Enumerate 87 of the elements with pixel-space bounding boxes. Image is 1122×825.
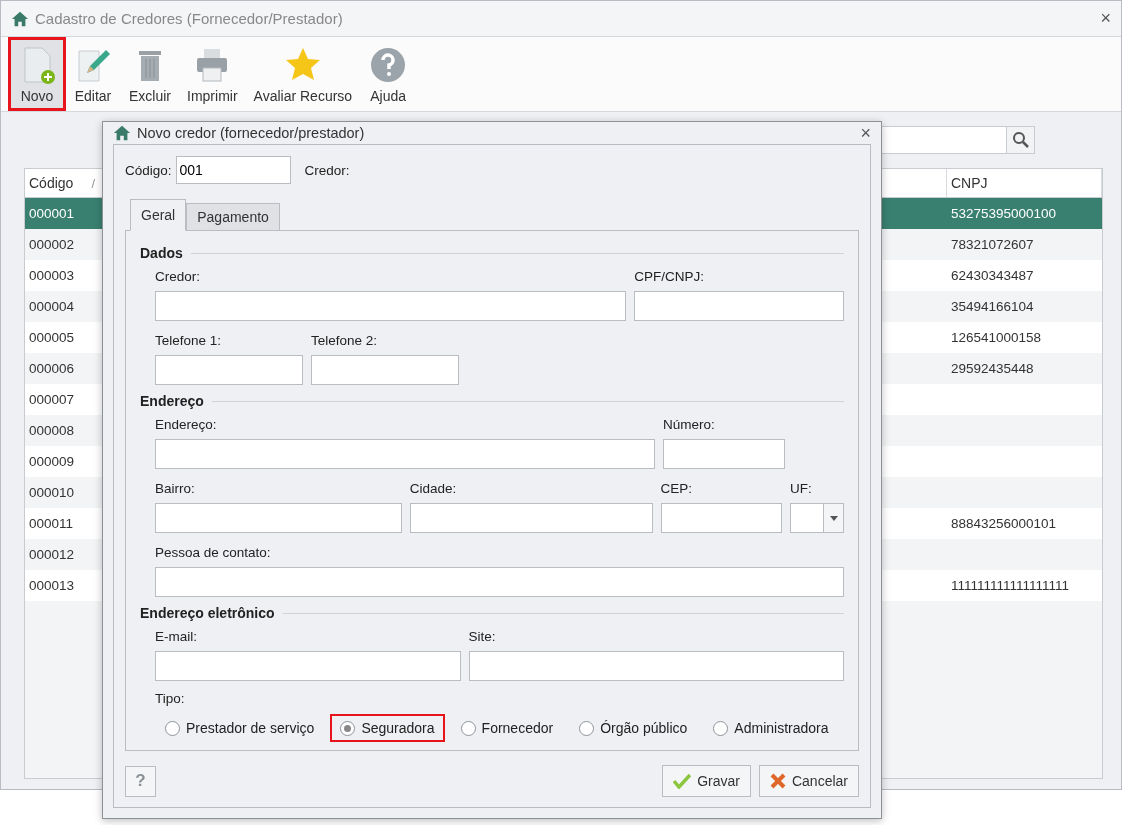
table-cell-text: 35494166104: [950, 298, 1035, 316]
radio-button[interactable]: [460, 720, 476, 736]
field-label: Site:: [468, 629, 497, 644]
radio-option[interactable]: Administradora: [703, 714, 839, 742]
creditor-label: Credor:: [304, 162, 350, 178]
field-label: Telefone 2:: [311, 333, 379, 348]
table-cell-text: 78321072607: [950, 236, 1035, 254]
field-label: Pessoa de contato:: [155, 545, 272, 560]
input-field[interactable]: [663, 439, 785, 469]
table-cell-text: 53275395000100: [950, 205, 1058, 223]
field-label: CPF/CNPJ:: [634, 269, 706, 284]
close-icon: [769, 773, 786, 789]
input-field[interactable]: [155, 355, 303, 385]
field-label: UF:: [790, 481, 813, 496]
toolbar-button[interactable]: Ajuda: [362, 40, 415, 108]
radio-button[interactable]: [579, 720, 595, 736]
table-cell-text: 000009: [28, 453, 76, 471]
search-icon: [1011, 131, 1030, 149]
table-cell-text: 000003: [28, 267, 76, 285]
dropdown-field[interactable]: [790, 503, 844, 533]
save-button[interactable]: Gravar: [662, 765, 751, 797]
cancel-button[interactable]: Cancelar: [758, 765, 859, 797]
window-title: Cadastro de Credores (Fornecedor/Prestador): [35, 10, 344, 27]
table-cell-text: 000006: [28, 360, 76, 378]
table-cell-text: 000013: [28, 577, 76, 595]
house-icon: [11, 9, 29, 28]
close-button[interactable]: ×: [860, 122, 871, 144]
radio-option[interactable]: Prestador de serviço: [155, 714, 325, 742]
table-cell-text: 62430343487: [950, 267, 1035, 285]
field-label: E-mail:: [155, 629, 198, 644]
toolbar-button[interactable]: Avaliar Recurso: [247, 40, 359, 108]
input-field[interactable]: [409, 503, 653, 533]
toolbar-button[interactable]: Editar: [67, 40, 119, 108]
field-label: Credor:: [155, 269, 201, 284]
input-field[interactable]: [155, 503, 402, 533]
input-field[interactable]: [155, 567, 844, 597]
radio-button[interactable]: [713, 720, 729, 736]
table-cell-text: 111111111111111111: [950, 577, 1071, 595]
code-label: Código:: [125, 162, 172, 178]
field-label: Endereço:: [155, 417, 218, 432]
close-button[interactable]: ×: [1100, 8, 1111, 29]
field-label: Cidade:: [409, 481, 458, 496]
field-label: CEP:: [660, 481, 694, 496]
radio-option[interactable]: Fornecedor: [450, 714, 564, 742]
input-field[interactable]: [155, 439, 655, 469]
checkmark-icon: [673, 773, 692, 789]
input-field[interactable]: [311, 355, 459, 385]
table-cell-text: 000004: [28, 298, 76, 316]
input-field[interactable]: [468, 651, 844, 681]
radio-button[interactable]: [340, 720, 356, 736]
table-cell-text: 000008: [28, 422, 76, 440]
tab[interactable]: Pagamento: [186, 203, 280, 231]
input-field[interactable]: [155, 291, 627, 321]
radio-option[interactable]: Órgão público: [569, 714, 698, 742]
field-label: Número:: [663, 417, 716, 432]
table-cell-text: 000002: [28, 236, 76, 254]
table-cell-text: 000012: [28, 546, 76, 564]
table-cell-text: 000001: [28, 205, 76, 223]
field-label: Telefone 1:: [155, 333, 223, 348]
radio-option[interactable]: Seguradora: [330, 714, 445, 742]
table-cell-text: 000010: [28, 484, 76, 502]
house-icon: [113, 124, 131, 142]
input-field[interactable]: [660, 503, 782, 533]
table-cell-text: 29592435448: [950, 360, 1035, 378]
section-title: Endereço eletrônico: [140, 605, 275, 621]
section-title: Endereço: [140, 393, 204, 409]
code-input[interactable]: 001: [175, 156, 291, 184]
type-label: Tipo:: [155, 691, 186, 706]
table-cell-text: 126541000158: [950, 329, 1043, 347]
table-cell-text: 000005: [28, 329, 76, 347]
dialog-title: Novo credor (fornecedor/prestador): [137, 125, 366, 141]
table-cell-text: 88843256000101: [950, 515, 1058, 533]
caret-icon: [829, 515, 838, 521]
search-button[interactable]: [1007, 126, 1035, 154]
field-label: Bairro:: [155, 481, 196, 496]
toolbar-button[interactable]: Excluir: [123, 40, 177, 108]
sort-indicator: /: [91, 175, 95, 191]
tab[interactable]: Geral: [130, 199, 187, 231]
toolbar-button[interactable]: Imprimir: [181, 40, 244, 108]
radio-button[interactable]: [165, 720, 180, 736]
table-cell-text: 000007: [28, 391, 76, 409]
column-header[interactable]: CNPJ: [947, 169, 1102, 197]
input-field[interactable]: [634, 291, 844, 321]
table-cell-text: 000011: [28, 515, 75, 533]
section-title: Dados: [140, 245, 183, 261]
toolbar-button[interactable]: Novo: [11, 40, 63, 108]
input-field[interactable]: [155, 651, 461, 681]
